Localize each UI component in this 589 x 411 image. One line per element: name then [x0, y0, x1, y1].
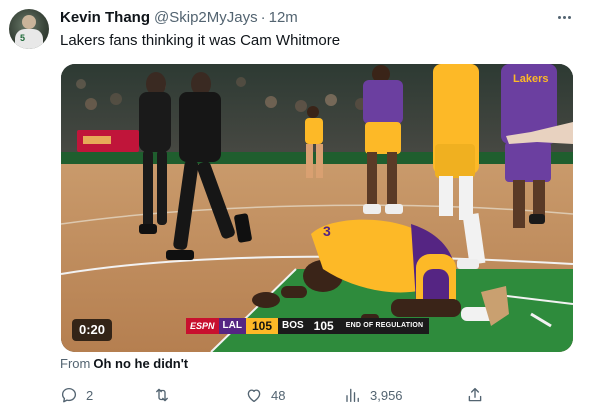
- timestamp[interactable]: 12m: [269, 9, 298, 26]
- avatar-head: [22, 15, 36, 29]
- share-button[interactable]: [466, 383, 484, 407]
- scorebug-team2: BOS: [278, 318, 308, 334]
- scorebug-score2: 105: [307, 318, 340, 334]
- retweet-icon: [156, 388, 168, 402]
- like-count: 48: [271, 387, 286, 403]
- reply-icon: [61, 387, 77, 403]
- view-count: 3,956: [370, 387, 403, 403]
- avatar-jersey-number: 5: [20, 33, 26, 43]
- separator-dot: ·: [260, 9, 266, 26]
- more-icon[interactable]: [553, 8, 575, 26]
- video-frame: Lakers 3: [61, 64, 573, 352]
- reply-count: 2: [86, 387, 94, 403]
- tweet-text: Lakers fans thinking it was Cam Whitmore: [60, 32, 341, 49]
- scorebug-score1: 105: [245, 318, 278, 334]
- tweet-header: Kevin Thang @Skip2MyJays · 12m: [60, 9, 298, 29]
- video-duration: 0:20: [72, 319, 113, 341]
- scorebug-network: ESPN: [186, 318, 219, 334]
- scorebug: ESPN LAL 105 BOS 105 END OF REGULATION: [186, 318, 430, 334]
- video-source: From Oh no he didn't: [60, 356, 188, 372]
- display-name[interactable]: Kevin Thang: [60, 9, 150, 26]
- video-player[interactable]: Lakers 3: [61, 64, 573, 352]
- action-bar: 2 48 3,956: [0, 383, 589, 407]
- svg-text:3: 3: [323, 223, 331, 239]
- views-button[interactable]: 3,956: [344, 383, 403, 407]
- source-link[interactable]: Oh no he didn't: [93, 356, 188, 371]
- avatar[interactable]: 5: [9, 9, 49, 49]
- user-handle[interactable]: @Skip2MyJays: [154, 9, 258, 26]
- views-icon: [346, 388, 359, 403]
- like-button[interactable]: 48: [245, 383, 285, 407]
- share-icon: [468, 387, 482, 402]
- scorebug-team1: LAL: [218, 318, 246, 334]
- like-icon: [247, 389, 261, 403]
- source-prefix: From: [60, 356, 91, 371]
- retweet-button[interactable]: [152, 383, 180, 407]
- tweet: 5 Kevin Thang @Skip2MyJays · 12m Lakers …: [0, 0, 589, 411]
- arena-board-text: Lakers: [513, 73, 548, 85]
- reply-button[interactable]: 2: [60, 383, 93, 407]
- scorebug-status: END OF REGULATION: [339, 318, 430, 334]
